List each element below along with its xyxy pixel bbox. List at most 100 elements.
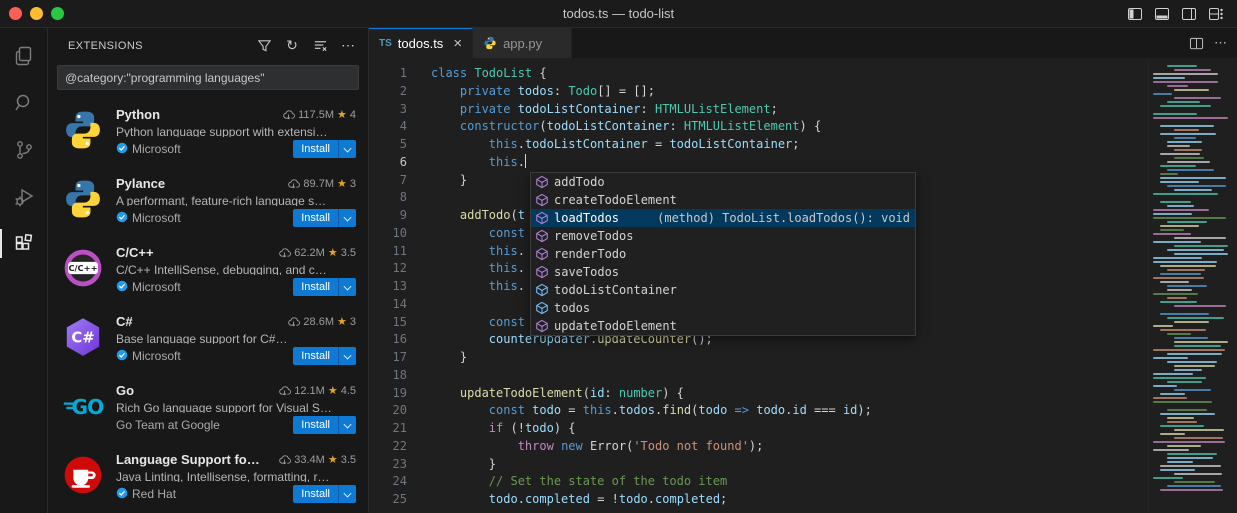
refresh-icon[interactable]: ↻ [282, 36, 302, 56]
suggest-item-renderTodo[interactable]: renderTodo [531, 245, 915, 263]
extensions-list: Python117.5M★4Python language support wi… [48, 98, 368, 513]
publisher-name: Microsoft [132, 211, 181, 225]
close-window-button[interactable] [9, 7, 22, 20]
toggle-panel-icon[interactable] [1153, 5, 1171, 23]
suggest-item-createTodoElement[interactable]: createTodoElement [531, 191, 915, 209]
suggest-item-todos[interactable]: todos [531, 299, 915, 317]
install-dropdown-button[interactable] [338, 485, 356, 503]
code-line[interactable]: 19 updateTodoElement(id: number) { [369, 385, 1237, 403]
code-line[interactable]: 23 } [369, 456, 1237, 474]
minimap-line [1160, 181, 1199, 183]
extension-description: Python language support with extensi… [116, 125, 356, 137]
suggest-item-todoListContainer[interactable]: todoListContainer [531, 281, 915, 299]
download-count: 89.7M [303, 178, 334, 190]
method-icon [534, 318, 550, 334]
go-extension-icon: GO [62, 385, 104, 427]
install-button[interactable]: Install [293, 416, 338, 434]
toggle-secondary-sidebar-icon[interactable] [1180, 5, 1198, 23]
minimap-line [1153, 73, 1218, 75]
more-actions-icon[interactable]: ⋯ [338, 36, 358, 56]
line-number: 19 [369, 385, 407, 403]
suggest-item-removeTodos[interactable]: removeTodos [531, 227, 915, 245]
minimap-line [1167, 205, 1194, 207]
extension-description: Java Linting, Intellisense, formatting, … [116, 470, 356, 482]
install-button[interactable]: Install [293, 209, 338, 227]
split-editor-icon[interactable] [1189, 36, 1204, 51]
line-number: 9 [369, 207, 407, 225]
code-line[interactable]: 3 private todoListContainer: HTMLUListEl… [369, 101, 1237, 119]
method-icon [534, 192, 550, 208]
code-line[interactable]: 18 [369, 367, 1237, 385]
suggest-label: addTodo [554, 175, 605, 189]
install-dropdown-button[interactable] [338, 209, 356, 227]
code-line[interactable]: 6 this. [369, 154, 1237, 172]
suggest-item-updateTodoElement[interactable]: updateTodoElement [531, 317, 915, 335]
rating-value: 3.5 [341, 247, 356, 259]
customize-layout-icon[interactable] [1207, 5, 1225, 23]
install-button[interactable]: Install [293, 347, 338, 365]
minimap-line [1167, 65, 1197, 67]
minimap-line [1167, 485, 1221, 487]
install-button[interactable]: Install [293, 140, 338, 158]
minimap-line [1160, 489, 1223, 491]
minimap[interactable] [1148, 58, 1237, 513]
verified-publisher-icon [116, 487, 128, 502]
tab-app-py[interactable]: app.py × [473, 28, 572, 58]
minimap-line [1167, 285, 1207, 287]
install-dropdown-button[interactable] [338, 416, 356, 434]
publisher-name: Go Team at Google [116, 418, 220, 432]
extension-list-item[interactable]: Pylance89.7M★3A performant, feature-rich… [48, 167, 368, 236]
activity-explorer-icon[interactable] [0, 32, 47, 79]
python-extension-icon [62, 109, 104, 151]
activity-source-control-icon[interactable] [0, 126, 47, 173]
close-tab-icon[interactable]: × [453, 36, 462, 51]
line-number: 23 [369, 456, 407, 474]
editor-more-actions-icon[interactable]: ⋯ [1214, 35, 1227, 51]
install-dropdown-button[interactable] [338, 140, 356, 158]
suggest-item-loadTodos[interactable]: loadTodos(method) TodoList.loadTodos(): … [531, 209, 915, 227]
minimap-line [1153, 193, 1218, 195]
code-line[interactable]: 17 } [369, 349, 1237, 367]
code-line[interactable]: 21 if (!todo) { [369, 420, 1237, 438]
code-line[interactable]: 2 private todos: Todo[] = []; [369, 83, 1237, 101]
minimap-line [1174, 369, 1202, 371]
extension-list-item[interactable]: Language Support fo…33.4M★3.5Java Lintin… [48, 443, 368, 512]
activity-run-debug-icon[interactable] [0, 173, 47, 220]
title-bar: todos.ts — todo-list [0, 0, 1237, 28]
activity-extensions-icon[interactable] [0, 220, 47, 267]
suggest-item-addTodo[interactable]: addTodo [531, 173, 915, 191]
install-button[interactable]: Install [293, 278, 338, 296]
minimap-line [1167, 221, 1207, 223]
extension-list-item[interactable]: Python117.5M★4Python language support wi… [48, 98, 368, 167]
minimap-line [1174, 389, 1211, 391]
install-dropdown-button[interactable] [338, 278, 356, 296]
code-line[interactable]: 4 constructor(todoListContainer: HTMLULi… [369, 118, 1237, 136]
install-button[interactable]: Install [293, 485, 338, 503]
minimize-window-button[interactable] [30, 7, 43, 20]
code-line[interactable]: 22 throw new Error('Todo not found'); [369, 438, 1237, 456]
suggest-item-saveTodos[interactable]: saveTodos [531, 263, 915, 281]
method-icon [534, 264, 550, 280]
extensions-search-input[interactable] [57, 65, 359, 90]
zoom-window-button[interactable] [51, 7, 64, 20]
extension-list-item[interactable]: C/C++C/C++62.2M★3.5C/C++ IntelliSense, d… [48, 236, 368, 305]
activity-search-icon[interactable] [0, 79, 47, 126]
code-line[interactable]: 1class TodoList { [369, 65, 1237, 83]
minimap-line [1167, 409, 1207, 411]
minimap-line [1153, 113, 1197, 115]
install-dropdown-button[interactable] [338, 347, 356, 365]
code-line[interactable]: 20 const todo = this.todos.find(todo => … [369, 402, 1237, 420]
tab-todos-ts[interactable]: TS todos.ts × [369, 28, 473, 58]
line-number: 10 [369, 225, 407, 243]
filter-icon[interactable] [254, 36, 274, 56]
extension-list-item[interactable]: C#C#28.6M★3Base language support for C#…… [48, 305, 368, 374]
code-line[interactable]: 24 // Set the state of the todo item [369, 473, 1237, 491]
toggle-primary-sidebar-icon[interactable] [1126, 5, 1144, 23]
minimap-line [1160, 273, 1201, 275]
code-line[interactable]: 5 this.todoListContainer = todoListConta… [369, 136, 1237, 154]
code-line[interactable]: 25 todo.completed = !todo.completed; [369, 491, 1237, 509]
clear-extension-search-icon[interactable] [310, 36, 330, 56]
minimap-line [1167, 361, 1217, 363]
extension-list-item[interactable]: GOGo12.1M★4.5Rich Go language support fo… [48, 374, 368, 443]
star-icon: ★ [337, 315, 347, 328]
